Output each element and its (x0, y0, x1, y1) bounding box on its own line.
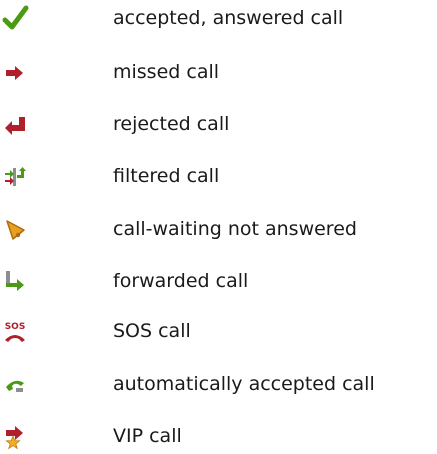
vip-arrow-icon (0, 418, 30, 454)
legend-row-forwarded: forwarded call (0, 263, 437, 299)
filter-icon (0, 158, 30, 194)
legend-label: filtered call (113, 165, 220, 187)
bell-icon (0, 211, 30, 247)
checkmark-icon (0, 0, 30, 36)
return-arrow-icon (0, 106, 30, 142)
legend-row-filtered: filtered call (0, 158, 437, 194)
legend-label: SOS call (113, 320, 191, 342)
legend-label: automatically accepted call (113, 373, 375, 395)
forward-arrow-icon (0, 263, 30, 299)
legend-label: forwarded call (113, 270, 249, 292)
sos-phone-icon: SOS (0, 313, 30, 349)
legend-row-vip: VIP call (0, 418, 437, 454)
legend-row-rejected: rejected call (0, 106, 437, 142)
legend-label: VIP call (113, 425, 182, 447)
right-arrow-icon (0, 54, 30, 90)
legend-label: missed call (113, 61, 220, 83)
legend-row-call-waiting: call-waiting not answered (0, 211, 437, 247)
legend-row-sos: SOS SOS call (0, 313, 437, 349)
legend-label: accepted, answered call (113, 7, 344, 29)
legend-row-missed: missed call (0, 54, 437, 90)
legend-label: rejected call (113, 113, 230, 135)
legend-label: call-waiting not answered (113, 218, 357, 240)
legend-row-auto-accepted: automatically accepted call (0, 366, 437, 402)
auto-answer-phone-icon (0, 366, 30, 402)
legend-row-accepted: accepted, answered call (0, 0, 437, 36)
svg-text:SOS: SOS (5, 322, 26, 332)
call-log-legend: accepted, answered call missed call reje… (0, 0, 437, 452)
